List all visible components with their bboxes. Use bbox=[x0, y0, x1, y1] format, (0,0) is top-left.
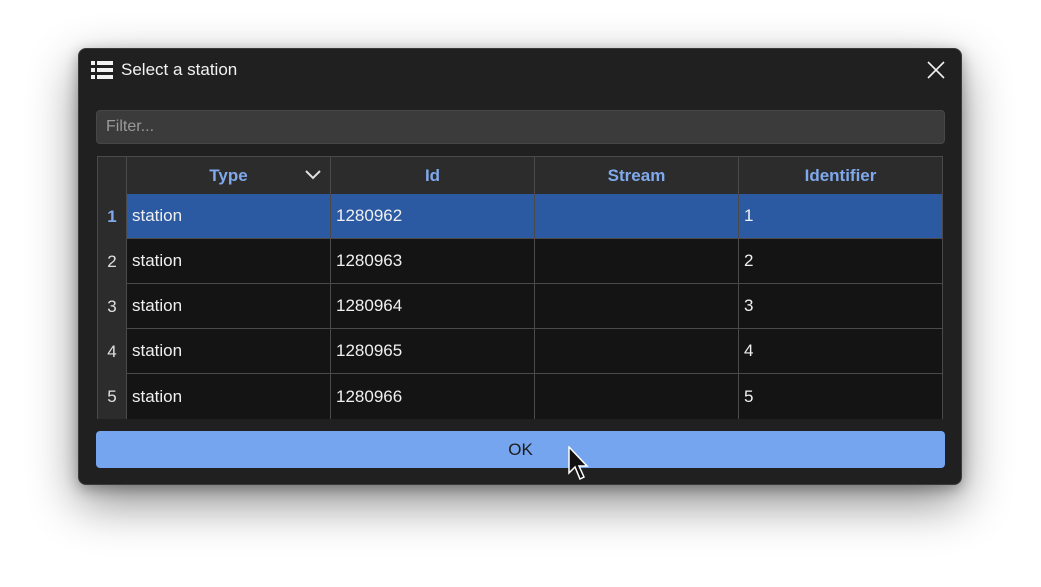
stations-table: Type Id Stream Identifier 1 station 128096… bbox=[97, 156, 943, 419]
table-row[interactable]: 1 station 1280962 1 bbox=[98, 194, 942, 239]
row-number[interactable]: 1 bbox=[98, 194, 127, 239]
table-cell-id[interactable]: 1280962 bbox=[331, 194, 535, 239]
column-header-label: Stream bbox=[607, 165, 666, 185]
chevron-down-icon bbox=[305, 170, 321, 180]
table-cell-id[interactable]: 1280965 bbox=[331, 329, 535, 374]
table-cell-stream[interactable] bbox=[535, 329, 739, 374]
table-corner[interactable] bbox=[98, 157, 127, 194]
table-cell-type[interactable]: station bbox=[127, 374, 331, 419]
table-cell-stream[interactable] bbox=[535, 239, 739, 284]
row-number[interactable]: 5 bbox=[98, 374, 127, 419]
list-icon bbox=[91, 61, 113, 79]
column-header-type[interactable]: Type bbox=[127, 157, 331, 194]
column-header-label: Id bbox=[424, 165, 441, 185]
table-row[interactable]: 5 station 1280966 5 bbox=[98, 374, 942, 419]
column-header-id[interactable]: Id bbox=[331, 157, 535, 194]
table-cell-id[interactable]: 1280963 bbox=[331, 239, 535, 284]
table-cell-identifier[interactable]: 2 bbox=[739, 239, 942, 284]
table-cell-stream[interactable] bbox=[535, 284, 739, 329]
column-header-label: Type bbox=[209, 165, 248, 185]
close-icon bbox=[927, 61, 945, 79]
table-cell-type[interactable]: station bbox=[127, 194, 331, 239]
table-cell-stream[interactable] bbox=[535, 374, 739, 419]
ok-button[interactable]: OK bbox=[96, 431, 945, 468]
select-station-dialog: Select a station Type Id Stream Identifi… bbox=[78, 48, 962, 485]
row-number[interactable]: 4 bbox=[98, 329, 127, 374]
dialog-title: Select a station bbox=[121, 60, 238, 79]
table-cell-type[interactable]: station bbox=[127, 239, 331, 284]
column-header-stream[interactable]: Stream bbox=[535, 157, 739, 194]
mouse-cursor-icon bbox=[568, 446, 589, 481]
table-row[interactable]: 3 station 1280964 3 bbox=[98, 284, 942, 329]
table-cell-type[interactable]: station bbox=[127, 329, 331, 374]
row-number[interactable]: 3 bbox=[98, 284, 127, 329]
row-number[interactable]: 2 bbox=[98, 239, 127, 284]
column-header-identifier[interactable]: Identifier bbox=[739, 157, 942, 194]
table-row[interactable]: 2 station 1280963 2 bbox=[98, 239, 942, 284]
close-button[interactable] bbox=[919, 55, 953, 85]
table-cell-identifier[interactable]: 1 bbox=[739, 194, 942, 239]
table-cell-id[interactable]: 1280964 bbox=[331, 284, 535, 329]
table-cell-identifier[interactable]: 3 bbox=[739, 284, 942, 329]
table-cell-type[interactable]: station bbox=[127, 284, 331, 329]
table-cell-id[interactable]: 1280966 bbox=[331, 374, 535, 419]
table-row[interactable]: 4 station 1280965 4 bbox=[98, 329, 942, 374]
dialog-titlebar: Select a station bbox=[79, 49, 961, 93]
table-cell-identifier[interactable]: 5 bbox=[739, 374, 942, 419]
table-cell-stream[interactable] bbox=[535, 194, 739, 239]
filter-input[interactable] bbox=[96, 110, 945, 144]
table-cell-identifier[interactable]: 4 bbox=[739, 329, 942, 374]
column-header-label: Identifier bbox=[804, 165, 877, 185]
